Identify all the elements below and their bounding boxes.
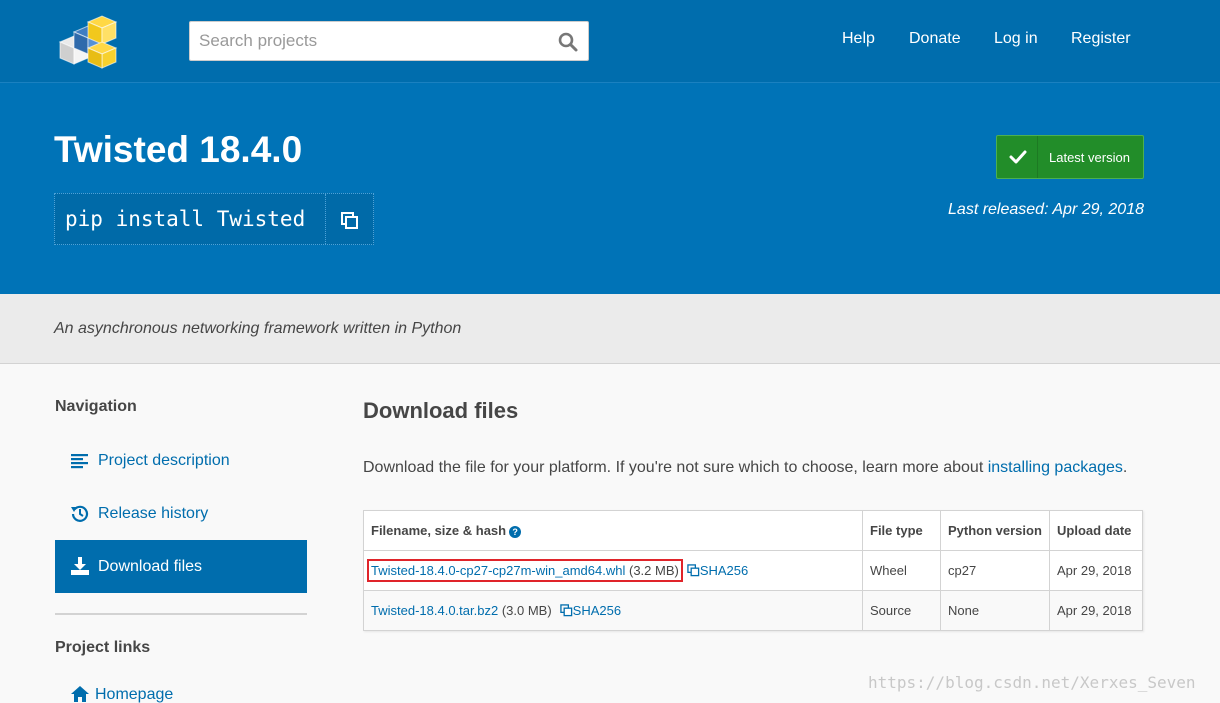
watermark: https://blog.csdn.net/Xerxes_Seven (868, 673, 1196, 692)
sidebar-item-label: Release history (98, 505, 209, 522)
package-summary: An asynchronous networking framework wri… (0, 294, 1220, 364)
python-version-cell: None (940, 590, 1050, 631)
table-row: Twisted-18.4.0-cp27-cp27m-win_amd64.whl … (363, 550, 1143, 591)
home-icon (71, 686, 89, 702)
check-icon (1009, 150, 1027, 164)
table-row: Twisted-18.4.0.tar.bz2 (3.0 MB) SHA256 So… (363, 590, 1143, 631)
history-icon (71, 505, 89, 522)
sidebar-item-download-files[interactable]: Download files (55, 540, 307, 593)
search-icon[interactable] (556, 30, 580, 54)
sidebar-item-label: Project description (98, 452, 230, 469)
help-icon[interactable]: ? (509, 526, 522, 538)
file-type-cell: Wheel (862, 550, 941, 591)
search-input[interactable] (190, 22, 550, 60)
filename-cell: Twisted-18.4.0-cp27-cp27m-win_amd64.whl … (363, 550, 863, 591)
column-header-upload-date: Upload date (1049, 510, 1143, 551)
pypi-logo-icon[interactable] (52, 12, 122, 70)
file-download-link[interactable]: Twisted-18.4.0.tar.bz2 (371, 603, 498, 618)
project-links-heading: Project links (55, 639, 151, 656)
download-intro: Download the file for your platform. If … (363, 459, 1128, 476)
sidebar-item-project-description[interactable]: Project description (55, 434, 307, 487)
download-files-heading: Download files (363, 398, 519, 423)
file-download-link[interactable]: Twisted-18.4.0-cp27-cp27m-win_amd64.whl (371, 563, 625, 578)
copy-icon (559, 604, 572, 617)
top-navbar: Help Donate Log in Register (0, 0, 1220, 82)
sidebar-item-homepage[interactable]: Homepage (55, 668, 307, 703)
files-table: Filename, size & hash? File type Python … (363, 510, 1143, 631)
pip-command[interactable]: pip install Twisted (65, 207, 305, 231)
upload-date-cell: Apr 29, 2018 (1049, 550, 1143, 591)
sidebar-item-label: Homepage (95, 686, 174, 703)
pip-command-box: pip install Twisted (54, 193, 374, 245)
sha256-copy-link[interactable]: SHA256 (687, 563, 748, 578)
nav-donate-link[interactable]: Donate (909, 30, 961, 48)
search-box (189, 21, 589, 61)
column-header-file-type: File type (862, 510, 941, 551)
sidebar-divider (55, 613, 307, 615)
highlighted-file: Twisted-18.4.0-cp27-cp27m-win_amd64.whl … (367, 559, 683, 582)
latest-version-label: Latest version (1049, 150, 1130, 165)
release-date: Last released: Apr 29, 2018 (948, 201, 1144, 218)
table-header-row: Filename, size & hash? File type Python … (363, 510, 1143, 551)
column-header-python-version: Python version (940, 510, 1050, 551)
installing-packages-link[interactable]: installing packages (988, 459, 1123, 476)
file-size: (3.0 MB) (501, 603, 552, 618)
python-version-cell: cp27 (940, 550, 1050, 591)
summary-text: An asynchronous networking framework wri… (54, 320, 462, 337)
navigation-heading: Navigation (55, 398, 137, 415)
nav-login-link[interactable]: Log in (994, 30, 1038, 48)
column-header-filename: Filename, size & hash? (363, 510, 863, 551)
sha256-copy-link[interactable]: SHA256 (559, 603, 621, 618)
copy-button[interactable] (325, 194, 373, 244)
nav-register-link[interactable]: Register (1071, 30, 1131, 48)
copy-icon (341, 212, 358, 229)
nav-help-link[interactable]: Help (842, 30, 875, 48)
filename-cell: Twisted-18.4.0.tar.bz2 (3.0 MB) SHA256 (363, 590, 863, 631)
copy-icon (687, 564, 700, 577)
upload-date-cell: Apr 29, 2018 (1049, 590, 1143, 631)
align-left-icon (71, 454, 88, 469)
file-type-cell: Source (862, 590, 941, 631)
sidebar-item-release-history[interactable]: Release history (55, 487, 307, 540)
page-title: Twisted 18.4.0 (54, 129, 303, 170)
package-header: Twisted 18.4.0 pip install Twisted Lates… (0, 82, 1220, 294)
file-size: (3.2 MB) (628, 563, 679, 578)
sidebar-item-label: Download files (98, 558, 203, 575)
download-icon (71, 557, 89, 575)
latest-version-badge[interactable]: Latest version (996, 135, 1144, 179)
